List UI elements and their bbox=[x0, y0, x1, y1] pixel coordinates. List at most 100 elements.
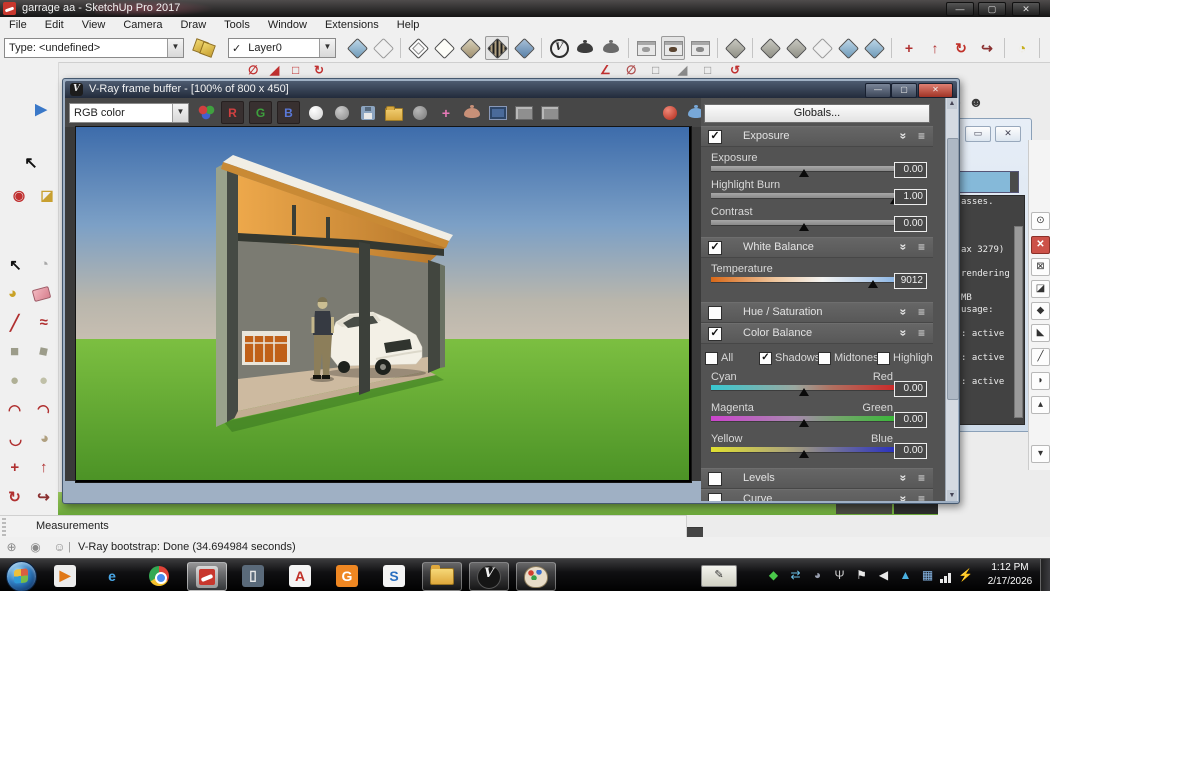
edit-component-icon-2[interactable] bbox=[785, 37, 807, 59]
polygon-tool-icon[interactable]: ● bbox=[39, 372, 48, 389]
chevron-double-icon[interactable]: » bbox=[897, 330, 911, 337]
pie-tool-icon[interactable]: ◕ bbox=[40, 430, 49, 447]
line-tool-icon[interactable]: ╱ bbox=[10, 314, 19, 332]
vfb-maximize-button[interactable]: ▢ bbox=[891, 83, 917, 98]
vray-button[interactable]: V bbox=[469, 562, 509, 591]
follow-me-tool-icon[interactable]: ↪ bbox=[976, 37, 998, 59]
ime-grid-icon[interactable]: ▦ bbox=[919, 567, 936, 584]
orbit-mini-icon[interactable]: ⊙ bbox=[1031, 212, 1050, 230]
menu-extensions[interactable]: Extensions bbox=[316, 17, 388, 33]
rectangle-tool-icon[interactable]: ■ bbox=[10, 343, 19, 360]
material-icon[interactable]: ◉ bbox=[8, 184, 30, 206]
layer-combo[interactable]: ✓ Layer0 ▼ bbox=[228, 38, 336, 58]
follow-me-tool-icon[interactable]: ↪ bbox=[37, 488, 50, 506]
app-blue-button[interactable]: S bbox=[375, 562, 413, 589]
autodesk-tray-icon[interactable]: ▲ bbox=[897, 567, 914, 584]
half-mini-icon[interactable]: ◗ bbox=[1031, 372, 1050, 390]
scrollbar-thumb[interactable] bbox=[947, 138, 959, 400]
rendered-image[interactable] bbox=[75, 126, 692, 483]
slider-track[interactable] bbox=[711, 193, 897, 199]
frame-buffer-teapot-window-icon[interactable] bbox=[661, 36, 685, 60]
slider-handle[interactable] bbox=[799, 223, 809, 231]
shaded-cube-icon[interactable] bbox=[459, 37, 481, 59]
maximize-button[interactable]: ▢ bbox=[978, 2, 1006, 16]
rotate-tool-icon[interactable]: ↻ bbox=[950, 37, 972, 59]
media-player-button[interactable]: ▶ bbox=[46, 562, 84, 589]
section-menu-icon[interactable]: ≡ bbox=[918, 492, 925, 501]
menu-window[interactable]: Window bbox=[259, 17, 316, 33]
pixel-tracker-icon[interactable]: + bbox=[435, 102, 457, 124]
push-pull-tool-icon[interactable]: ↑ bbox=[924, 37, 946, 59]
checkbox-box[interactable] bbox=[818, 352, 831, 365]
checkbox-shadows[interactable]: ✓Shadows bbox=[759, 351, 820, 365]
vray-interactive-render-icon[interactable] bbox=[600, 37, 622, 59]
chevron-double-icon[interactable]: » bbox=[897, 133, 911, 140]
checkbox-box[interactable] bbox=[877, 352, 890, 365]
hidden-line-cube-icon[interactable] bbox=[433, 37, 455, 59]
freehand-tool-icon[interactable]: ≈ bbox=[40, 314, 48, 331]
status-green-icon[interactable]: ◆ bbox=[765, 567, 782, 584]
menu-help[interactable]: Help bbox=[388, 17, 429, 33]
clock[interactable]: 1:12 PM 2/17/2026 bbox=[982, 561, 1038, 589]
credits-icon[interactable]: ◉ bbox=[28, 540, 43, 555]
printer-app-button[interactable]: ▯ bbox=[234, 562, 272, 589]
section-header[interactable]: Levels»≡ bbox=[701, 468, 933, 489]
chevron-double-icon[interactable]: » bbox=[897, 496, 911, 501]
partial-toolbar-icon[interactable]: ◢ bbox=[678, 63, 687, 77]
partial-toolbar-icon[interactable]: ↺ bbox=[730, 63, 740, 77]
menu-view[interactable]: View bbox=[73, 17, 115, 33]
partial-toolbar-icon[interactable]: ∅ bbox=[248, 63, 258, 77]
scroll-down-icon[interactable]: ▼ bbox=[947, 490, 957, 501]
arc-tool-icon[interactable]: ◠ bbox=[8, 401, 21, 419]
folder-small-icon[interactable]: ◪ bbox=[36, 184, 58, 206]
section-checkbox[interactable] bbox=[708, 472, 722, 486]
chrome-button[interactable] bbox=[140, 562, 178, 589]
console-scrollbar[interactable] bbox=[1014, 226, 1023, 418]
select-tool-icon[interactable]: ↖ bbox=[9, 256, 22, 274]
paint-app-button[interactable] bbox=[516, 562, 556, 591]
partial-toolbar-icon[interactable]: ↻ bbox=[314, 63, 324, 77]
section-header[interactable]: Curve»≡ bbox=[701, 489, 933, 501]
rotate-tool-icon[interactable]: ↻ bbox=[8, 488, 21, 506]
vray-render-teapot-icon[interactable] bbox=[574, 37, 596, 59]
scroll-down-mini-icon[interactable]: ▾ bbox=[1031, 445, 1050, 463]
chevron-double-icon[interactable]: » bbox=[897, 309, 911, 316]
section-menu-icon[interactable]: ≡ bbox=[918, 471, 925, 485]
power-alert-icon[interactable]: ⚡ bbox=[957, 567, 974, 584]
sketchup-button[interactable] bbox=[187, 562, 227, 591]
classification-type-combo[interactable]: Type: <undefined> ▼ bbox=[4, 38, 184, 58]
section-checkbox[interactable]: ✓ bbox=[708, 327, 722, 341]
partial-toolbar-icon[interactable]: □ bbox=[652, 63, 659, 77]
textured-cube-icon[interactable] bbox=[485, 36, 509, 60]
orbit-tool-icon[interactable]: ◔ bbox=[40, 256, 49, 273]
menu-file[interactable]: File bbox=[0, 17, 36, 33]
partial-toolbar-icon[interactable]: ◢ bbox=[270, 63, 279, 77]
vfb-minimize-button[interactable]: — bbox=[865, 83, 891, 98]
show-desktop-button[interactable] bbox=[1040, 559, 1050, 591]
pen-mini-icon[interactable]: ╱ bbox=[1031, 348, 1050, 366]
dismiss-mini-icon[interactable]: ⊠ bbox=[1031, 258, 1050, 276]
start-button[interactable] bbox=[6, 561, 37, 591]
section-header[interactable]: ✓White Balance»≡ bbox=[701, 237, 933, 258]
vray-logo-icon[interactable]: V bbox=[548, 37, 570, 59]
classifier-icon[interactable] bbox=[192, 38, 216, 56]
scroll-up-mini-icon[interactable]: ▴ bbox=[1031, 396, 1050, 414]
section-header[interactable]: ✓Color Balance»≡ bbox=[701, 323, 933, 344]
panel-scrollbar[interactable]: ▲ ▼ bbox=[945, 98, 958, 501]
close-button[interactable]: ✕ bbox=[1012, 2, 1040, 16]
move-tool-icon[interactable]: + bbox=[10, 459, 19, 476]
menu-tools[interactable]: Tools bbox=[215, 17, 259, 33]
monochrome-cube-icon[interactable] bbox=[513, 37, 535, 59]
section-checkbox[interactable]: ✓ bbox=[708, 241, 722, 255]
render-last-icon[interactable] bbox=[461, 102, 483, 124]
circle-tool-icon[interactable]: ● bbox=[10, 372, 19, 389]
eraser-tool-icon[interactable] bbox=[33, 288, 50, 300]
slider-value[interactable]: 0.00 bbox=[894, 412, 927, 428]
toolbar-grip[interactable] bbox=[2, 518, 6, 536]
chevron-double-icon[interactable]: » bbox=[897, 244, 911, 251]
move-tool-icon[interactable]: + bbox=[898, 37, 920, 59]
progress-minimize-button[interactable]: ▭ bbox=[965, 126, 991, 142]
tape-measure-tool-icon[interactable]: ◔ bbox=[1011, 37, 1033, 59]
vfb-close-button[interactable]: ✕ bbox=[918, 83, 953, 98]
dropdown-arrow-icon[interactable]: ▼ bbox=[319, 39, 335, 57]
